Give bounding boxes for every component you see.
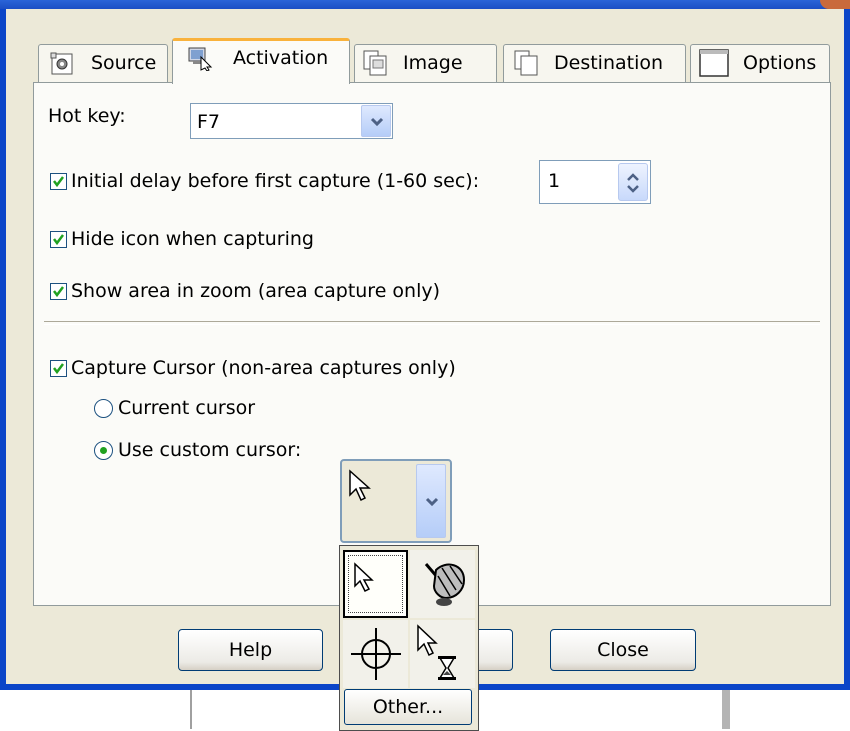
show-zoom-checkbox[interactable] [50, 283, 67, 300]
crosshair-icon [351, 628, 401, 680]
capture-cursor-checkbox[interactable] [50, 360, 67, 377]
tab-activation-label: Activation [233, 47, 329, 69]
custom-cursor-radio[interactable] [94, 441, 113, 460]
tab-source[interactable]: Source [38, 44, 168, 82]
hide-icon-label: Hide icon when capturing [71, 228, 314, 250]
tab-destination[interactable]: Destination [503, 44, 686, 82]
show-zoom-label: Show area in zoom (area capture only) [71, 280, 441, 302]
arrow-cursor-icon [354, 562, 374, 593]
title-bar [0, 0, 850, 9]
hotkey-value: F7 [197, 111, 221, 133]
chevron-down-icon [370, 117, 384, 127]
tab-source-label: Source [91, 52, 157, 74]
cursor-option-busy[interactable] [410, 620, 475, 688]
tab-activation[interactable]: Activation [172, 38, 350, 84]
other-cursor-button[interactable]: Other... [344, 689, 472, 725]
cursor-option-arrow[interactable] [343, 550, 408, 618]
hotkey-dropdown-button[interactable] [361, 105, 391, 137]
current-cursor-label: Current cursor [118, 397, 256, 419]
hide-icon-checkbox[interactable] [50, 231, 67, 248]
initial-delay-spinner[interactable]: 1 [539, 160, 651, 204]
initial-delay-label: Initial delay before first capture (1-60… [71, 170, 480, 192]
image-tab-icon [363, 50, 389, 81]
hotkey-label: Hot key: [48, 105, 126, 127]
cursor-dropdown-button[interactable] [416, 464, 446, 538]
background-divider [190, 690, 192, 729]
tab-options[interactable]: Options [690, 44, 830, 82]
background-scrollbar [722, 690, 730, 729]
check-icon [53, 363, 64, 375]
tab-destination-label: Destination [554, 52, 664, 74]
initial-delay-value: 1 [548, 170, 561, 192]
tab-image-label: Image [403, 52, 463, 74]
spin-up-down-icon [627, 173, 639, 193]
check-icon [53, 286, 64, 298]
activation-tab-icon [187, 45, 213, 76]
tab-image[interactable]: Image [354, 44, 497, 82]
busy-cursor-icon [417, 624, 456, 680]
check-icon [53, 234, 64, 246]
destination-tab-icon [514, 50, 540, 81]
options-tab-icon [699, 49, 729, 82]
title-bar-close-corner[interactable] [820, 0, 850, 9]
custom-cursor-select[interactable] [340, 459, 452, 543]
tab-options-label: Options [743, 52, 817, 74]
capture-cursor-label: Capture Cursor (non-area captures only) [71, 357, 456, 379]
hand-cursor-icon [424, 563, 466, 606]
current-cursor-radio[interactable] [94, 399, 113, 418]
source-tab-icon [50, 52, 74, 81]
initial-delay-checkbox[interactable] [50, 173, 67, 190]
cursor-picker-popup: Other... [339, 545, 479, 731]
custom-cursor-label: Use custom cursor: [118, 439, 302, 461]
chevron-down-icon [425, 497, 439, 507]
separator [44, 321, 820, 325]
cursor-option-crosshair[interactable] [343, 620, 408, 688]
arrow-cursor-icon [349, 469, 371, 502]
hotkey-select[interactable]: F7 [190, 103, 393, 139]
check-icon [53, 176, 64, 188]
spinner-buttons[interactable] [618, 163, 648, 201]
radio-selected-dot [100, 447, 107, 454]
help-button[interactable]: Help [178, 629, 323, 671]
close-button[interactable]: Close [550, 629, 696, 671]
cursor-option-grab[interactable] [410, 550, 475, 618]
